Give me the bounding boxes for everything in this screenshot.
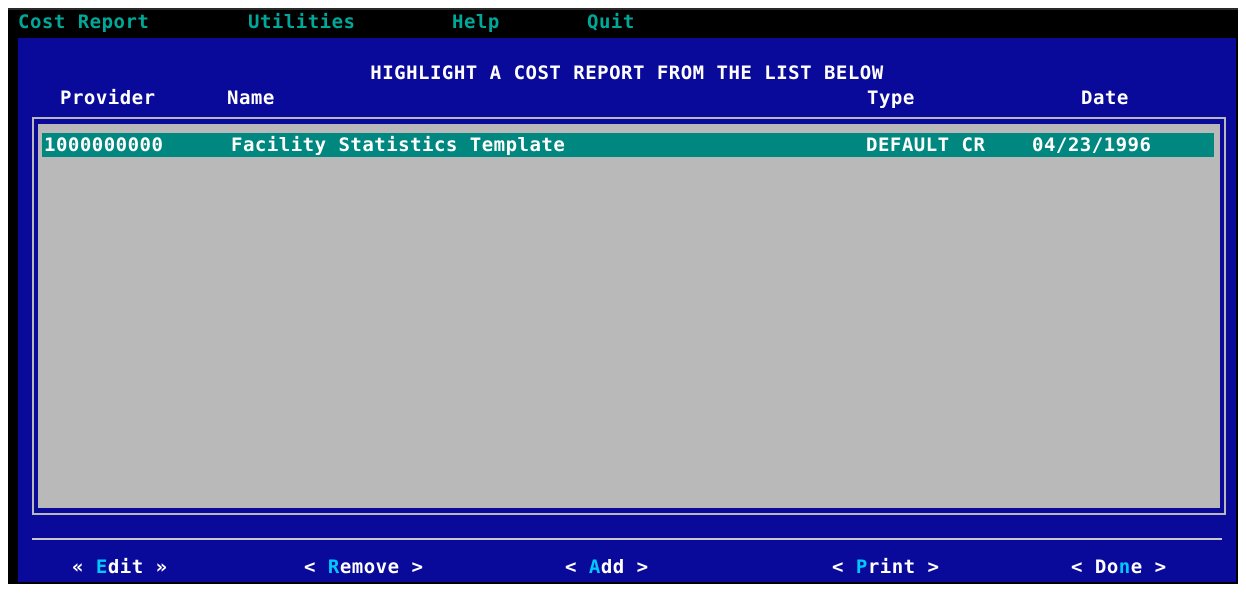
report-list[interactable]: 1000000000 Facility Statistics Template … <box>38 124 1220 508</box>
add-button[interactable]: < Add > <box>565 556 649 578</box>
edit-button[interactable]: « Edit » <box>72 556 168 578</box>
row-date: 04/23/1996 <box>1032 134 1152 156</box>
menu-cost-report[interactable]: Cost Report <box>18 11 149 33</box>
print-button[interactable]: < Print > <box>832 556 940 578</box>
menu-utilities[interactable]: Utilities <box>248 11 355 33</box>
menu-top-edge <box>8 8 1238 10</box>
done-button[interactable]: < Done > <box>1071 556 1167 578</box>
column-header-name: Name <box>227 87 275 109</box>
cost-report-dialog: HIGHLIGHT A COST REPORT FROM THE LIST BE… <box>18 38 1236 582</box>
column-header-date: Date <box>1081 87 1129 109</box>
report-row-selected[interactable]: 1000000000 Facility Statistics Template … <box>42 133 1214 157</box>
column-header-provider: Provider <box>60 87 156 109</box>
menu-bar: Cost Report Utilities Help Quit <box>8 8 1238 36</box>
remove-button[interactable]: < Remove > <box>304 556 423 578</box>
menu-quit[interactable]: Quit <box>587 11 635 33</box>
row-provider: 1000000000 <box>44 134 164 156</box>
button-divider <box>32 538 1222 540</box>
dialog-heading: HIGHLIGHT A COST REPORT FROM THE LIST BE… <box>370 62 884 84</box>
row-type: DEFAULT CR <box>866 134 986 156</box>
column-header-type: Type <box>867 87 915 109</box>
row-name: Facility Statistics Template <box>231 134 566 156</box>
menu-help[interactable]: Help <box>452 11 500 33</box>
